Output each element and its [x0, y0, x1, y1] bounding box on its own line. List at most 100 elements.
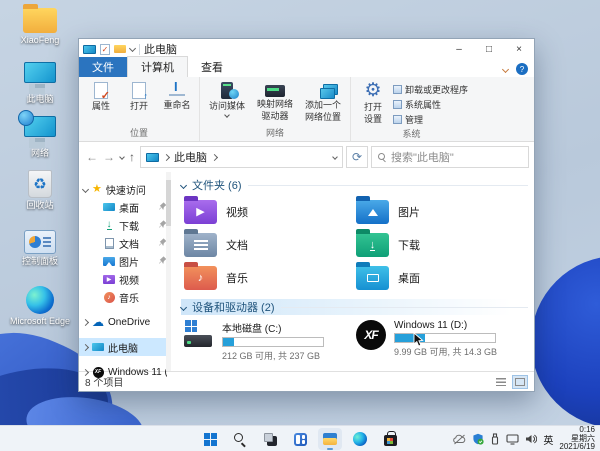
tab-computer[interactable]: 计算机 — [127, 56, 188, 77]
rename-icon — [169, 82, 185, 98]
desktop-icon-control-panel[interactable]: 控制面板 — [8, 230, 72, 266]
display-tray-icon[interactable] — [506, 434, 519, 445]
large-icons-view-button[interactable] — [512, 375, 528, 389]
window-title: 此电脑 — [144, 41, 177, 57]
sidebar-item-documents[interactable]: 文档 — [79, 234, 171, 252]
network-drive-icon — [265, 85, 285, 97]
chevron-right-icon[interactable] — [82, 318, 89, 325]
clock-date: 2021/6/19 — [559, 443, 595, 451]
network-location-icon — [313, 84, 333, 98]
sidebar-item-music[interactable]: ♪ 音乐 — [79, 288, 171, 306]
properties-button[interactable]: ✓ 属性 — [83, 80, 119, 111]
up-button[interactable]: ↑ — [129, 150, 135, 164]
sidebar-item-videos[interactable]: ▶ 视频 — [79, 270, 171, 288]
breadcrumb-this-pc[interactable]: 此电脑 — [174, 149, 207, 165]
quick-access-toolbar[interactable]: ✓ — [100, 44, 135, 55]
wallpaper-bloom-circle — [531, 256, 600, 428]
clock[interactable]: 0:16 星期六 2021/6/19 — [559, 426, 597, 451]
ribbon-group-network: 访问媒体 映射网络 驱动器 添加一个 网络位置 网络 — [200, 77, 351, 141]
capacity-bar — [394, 333, 496, 343]
onedrive-tray-icon[interactable] — [453, 434, 466, 445]
back-button[interactable]: ← — [86, 150, 98, 164]
capacity-bar — [222, 337, 324, 347]
ribbon-tabs: 文件 计算机 查看 ? — [79, 59, 534, 77]
ribbon-group-location: ✓ 属性 ↑ 打开 重命名 位置 — [79, 77, 200, 141]
open-settings-button[interactable]: ⚙ 打开 设置 — [355, 80, 391, 124]
sidebar-item-onedrive[interactable]: ☁ OneDrive — [79, 313, 171, 331]
folder-tile-videos[interactable]: ▶ 视频 — [181, 197, 353, 227]
minimize-button[interactable]: – — [444, 39, 474, 59]
xf-drive-icon: XF — [356, 320, 386, 350]
edge-button[interactable] — [348, 428, 372, 450]
folder-tile-music[interactable]: ♪ 音乐 — [181, 263, 353, 293]
sidebar-item-this-pc[interactable]: 此电脑 — [79, 338, 171, 356]
sidebar-item-drive-d[interactable]: XF Windows 11 (D: — [79, 363, 171, 381]
help-button[interactable]: ? — [516, 63, 528, 75]
media-server-icon — [221, 82, 233, 99]
details-view-button[interactable] — [493, 375, 509, 389]
system-properties-icon — [393, 100, 402, 109]
chevron-right-icon[interactable] — [82, 343, 89, 350]
add-network-location-button[interactable]: 添加一个 网络位置 — [300, 80, 346, 122]
rename-button[interactable]: 重命名 — [159, 80, 195, 110]
start-button[interactable] — [198, 428, 222, 450]
manage-button[interactable]: 管理 — [393, 113, 468, 126]
volume-tray-icon[interactable] — [525, 433, 537, 445]
open-button[interactable]: ↑ 打开 — [121, 80, 157, 111]
store-button[interactable] — [378, 428, 402, 450]
chevron-right-icon[interactable] — [82, 368, 89, 375]
folder-tile-desktop[interactable]: 桌面 — [353, 263, 525, 293]
file-explorer-window: ✓ 此电脑 – □ × 文件 计算机 查看 ? ✓ 属性 — [78, 38, 535, 392]
new-folder-icon[interactable] — [114, 45, 126, 53]
close-button[interactable]: × — [504, 39, 534, 59]
widgets-icon — [294, 433, 307, 446]
search-input[interactable]: 搜索"此电脑" — [371, 146, 529, 168]
uninstall-program-button[interactable]: 卸载或更改程序 — [393, 83, 468, 96]
address-dropdown-icon[interactable] — [332, 154, 338, 160]
map-network-drive-button[interactable]: 映射网络 驱动器 — [252, 80, 298, 121]
desktop-icon-edge[interactable]: Microsoft Edge — [8, 286, 72, 326]
tab-view[interactable]: 查看 — [188, 57, 236, 77]
chevron-down-icon[interactable] — [129, 44, 136, 51]
documents-folder-icon — [184, 233, 217, 257]
minimize-ribbon-icon[interactable] — [502, 65, 509, 72]
task-view-button[interactable] — [258, 428, 282, 450]
tab-file[interactable]: 文件 — [79, 57, 127, 77]
usb-tray-icon[interactable] — [490, 433, 500, 445]
folder-tile-pictures[interactable]: 图片 — [353, 197, 525, 227]
widgets-button[interactable] — [288, 428, 312, 450]
folders-section-header[interactable]: 文件夹 (6) — [181, 177, 528, 193]
file-explorer-button[interactable] — [318, 428, 342, 450]
maximize-button[interactable]: □ — [474, 39, 504, 59]
drive-tile-c[interactable]: 本地磁盘 (C:) 212 GB 可用, 共 237 GB — [181, 318, 353, 364]
drive-tile-d[interactable]: XF Windows 11 (D:) 9.99 GB 可用, 共 14.3 GB — [353, 318, 525, 364]
desktop-icon-this-pc[interactable]: 此电脑 — [8, 62, 72, 104]
chevron-down-icon[interactable] — [82, 185, 89, 192]
sidebar-item-desktop[interactable]: 桌面 — [79, 198, 171, 216]
forward-button[interactable]: → — [103, 150, 115, 164]
desktop-icon-xiaofeng[interactable]: XiaoFeng — [8, 8, 72, 45]
collapse-icon[interactable] — [180, 181, 187, 188]
desktop-icon-recycle-bin[interactable]: ♻ 回收站 — [8, 170, 72, 210]
drives-section-header[interactable]: 设备和驱动器 (2) — [181, 299, 528, 315]
recent-locations-icon[interactable] — [119, 154, 125, 160]
ime-indicator[interactable]: 英 — [543, 432, 553, 447]
sidebar-item-downloads[interactable]: ↓ 下载 — [79, 216, 171, 234]
breadcrumb[interactable]: 此电脑 — [140, 146, 343, 168]
store-icon — [384, 435, 397, 446]
folder-tile-downloads[interactable]: ↓ 下载 — [353, 230, 525, 260]
properties-icon[interactable]: ✓ — [100, 44, 110, 55]
desktop-icon-network[interactable]: 网络 — [8, 116, 72, 158]
gear-icon: ⚙ — [364, 82, 381, 100]
sidebar-item-quick-access[interactable]: ★ 快速访问 — [79, 180, 171, 198]
security-tray-icon[interactable] — [472, 433, 484, 445]
taskbar-search-button[interactable] — [228, 428, 252, 450]
refresh-button[interactable]: ⟳ — [346, 146, 368, 168]
folder-tile-documents[interactable]: 文档 — [181, 230, 353, 260]
this-pc-icon — [24, 62, 56, 92]
pictures-icon — [103, 255, 115, 267]
collapse-icon[interactable] — [180, 303, 187, 310]
sidebar-item-pictures[interactable]: 图片 — [79, 252, 171, 270]
access-media-button[interactable]: 访问媒体 — [204, 80, 250, 117]
system-properties-button[interactable]: 系统属性 — [393, 98, 468, 111]
